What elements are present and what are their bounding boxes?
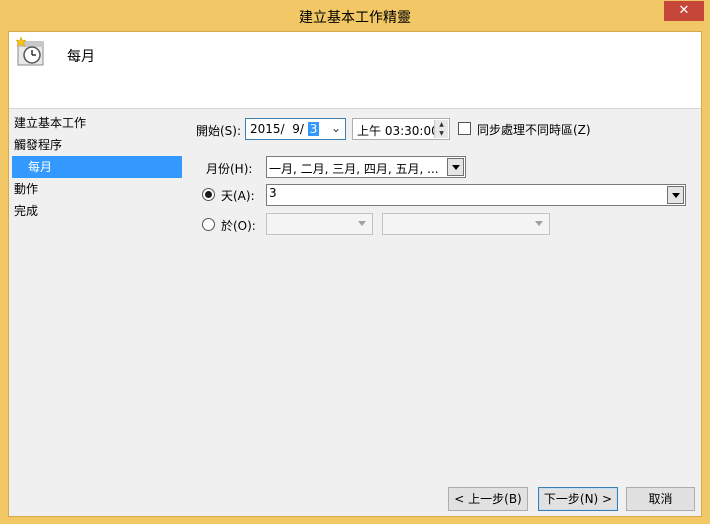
nav-item-trigger[interactable]: 觸發程序 [9,134,189,156]
start-date-prefix: 2015/ 9/ [250,122,308,136]
chevron-down-icon[interactable]: ⌄ [331,121,341,135]
months-dropdown[interactable]: 一月, 二月, 三月, 四月, 五月, ... [266,156,466,178]
page-title: 每月 [67,49,95,65]
close-button[interactable]: ✕ [664,1,704,21]
days-label: 天(A): [221,189,255,203]
chevron-down-icon [531,215,548,233]
start-date-selected-day: 3 [307,122,320,136]
time-spinner[interactable]: ▲ ▼ [434,120,448,138]
next-button[interactable]: 下一步(N) > [538,487,618,511]
days-dropdown[interactable]: 3 [266,184,686,206]
months-label: 月份(H): [206,162,253,176]
wizard-steps-nav: 建立基本工作 觸發程序 每月 動作 完成 [9,112,189,222]
start-date-text: 2015/ 9/ 3 [250,122,320,136]
on-weekday-dropdown[interactable] [382,213,550,235]
wizard-window: 建立基本工作精靈 ✕ 每月 建立基本工作 觸發程序 每月 動作 完成 開始(S)… [0,0,710,524]
on-radio[interactable] [202,218,215,231]
chevron-down-icon [354,215,371,233]
on-week-dropdown[interactable] [266,213,373,235]
wizard-client-area: 每月 建立基本工作 觸發程序 每月 動作 完成 開始(S): 2015/ 9/ … [8,31,702,517]
nav-item-monthly[interactable]: 每月 [12,156,182,178]
spin-down-icon[interactable]: ▼ [435,129,448,138]
clock-calendar-icon [15,36,44,66]
days-dropdown-value: 3 [269,186,277,200]
title-bar[interactable]: 建立基本工作精靈 ✕ [0,0,710,32]
close-icon: ✕ [678,3,690,18]
start-time-picker[interactable]: 上午 03:30:00 ▲ ▼ [352,118,450,140]
chevron-down-icon[interactable] [667,186,684,204]
nav-item-finish[interactable]: 完成 [9,200,189,222]
nav-item-create-basic-task[interactable]: 建立基本工作 [9,112,189,134]
sync-timezones-label: 同步處理不同時區(Z) [477,123,591,137]
start-label: 開始(S): [196,124,242,138]
cancel-button[interactable]: 取消 [626,487,695,511]
chevron-down-icon[interactable] [447,158,464,176]
months-dropdown-value: 一月, 二月, 三月, 四月, 五月, ... [269,162,439,176]
sync-timezones-checkbox[interactable] [458,122,471,135]
on-label: 於(O): [221,219,256,233]
wizard-header: 每月 [9,32,701,109]
spin-up-icon[interactable]: ▲ [435,120,448,129]
start-time-text: 上午 03:30:00 [357,124,439,138]
back-button[interactable]: < 上一步(B) [448,487,528,511]
window-title: 建立基本工作精靈 [299,10,411,26]
days-radio[interactable] [202,188,215,201]
nav-item-action[interactable]: 動作 [9,178,189,200]
start-date-picker[interactable]: 2015/ 9/ 3 ⌄ [245,118,346,140]
